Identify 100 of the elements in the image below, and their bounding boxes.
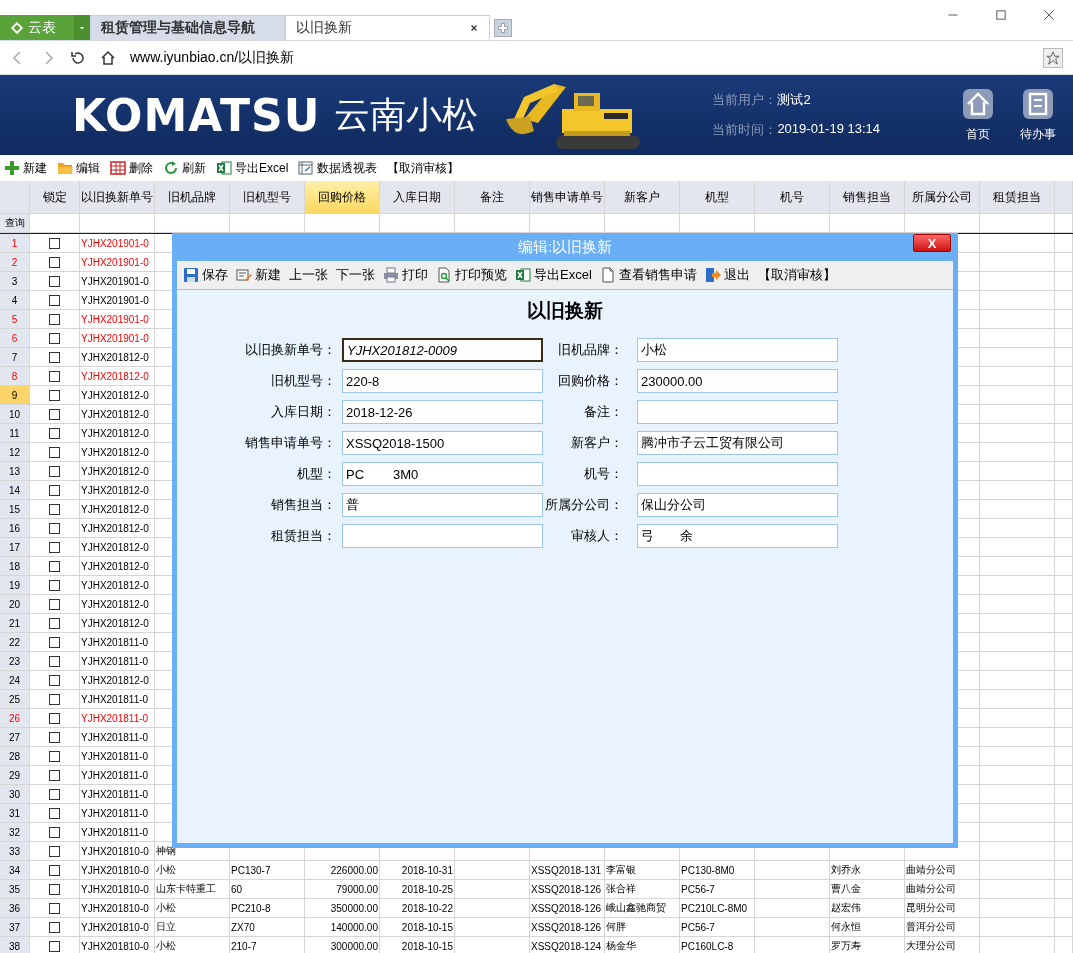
row-number[interactable]: 11 — [0, 424, 30, 443]
row-number[interactable]: 12 — [0, 443, 30, 462]
lock-checkbox[interactable] — [49, 294, 60, 306]
toolbar-button[interactable]: 新建 — [236, 266, 281, 284]
lock-checkbox[interactable] — [49, 351, 60, 363]
input-field[interactable]: PC 3M0 — [342, 462, 543, 486]
row-number[interactable]: 19 — [0, 576, 30, 595]
lock-checkbox[interactable] — [49, 503, 60, 515]
toolbar-button[interactable]: 打印预览 — [436, 266, 507, 284]
lock-checkbox[interactable] — [49, 237, 60, 249]
lock-checkbox[interactable] — [49, 864, 60, 876]
lock-checkbox[interactable] — [49, 275, 60, 287]
row-number[interactable]: 27 — [0, 728, 30, 747]
row-number[interactable]: 29 — [0, 766, 30, 785]
toolbar-button[interactable]: 下一张 — [336, 266, 375, 284]
row-number[interactable]: 7 — [0, 348, 30, 367]
column-header[interactable]: 锁定 — [30, 181, 80, 214]
row-number[interactable]: 16 — [0, 519, 30, 538]
lock-checkbox[interactable] — [49, 750, 60, 762]
toolbar-button[interactable]: 打印 — [383, 266, 428, 284]
input-field[interactable]: 小松 — [637, 338, 838, 362]
lock-checkbox[interactable] — [49, 427, 60, 439]
lock-checkbox[interactable] — [49, 370, 60, 382]
row-number[interactable]: 35 — [0, 880, 30, 899]
row-number[interactable]: 17 — [0, 538, 30, 557]
toolbar-button[interactable]: 新建 — [4, 159, 47, 177]
row-number[interactable]: 30 — [0, 785, 30, 804]
row-number[interactable]: 9 — [0, 386, 30, 405]
row-number[interactable]: 38 — [0, 937, 30, 953]
lock-checkbox[interactable] — [49, 826, 60, 838]
lock-checkbox[interactable] — [49, 731, 60, 743]
row-number[interactable]: 28 — [0, 747, 30, 766]
nav-button[interactable]: 首页 — [962, 87, 995, 143]
column-header[interactable]: 旧机型号 — [230, 181, 305, 214]
column-header[interactable]: 所属分公司 — [905, 181, 980, 214]
lock-checkbox[interactable] — [49, 712, 60, 724]
home-button[interactable] — [100, 49, 116, 66]
row-number[interactable]: 23 — [0, 652, 30, 671]
column-header[interactable]: 租赁担当 — [980, 181, 1055, 214]
lock-checkbox[interactable] — [49, 655, 60, 667]
nav-button[interactable]: 待办事 — [1020, 87, 1057, 143]
lock-checkbox[interactable] — [49, 256, 60, 268]
input-field[interactable] — [637, 400, 838, 424]
column-header[interactable]: 回购价格 — [305, 181, 380, 214]
row-number[interactable]: 15 — [0, 500, 30, 519]
row-number[interactable]: 21 — [0, 614, 30, 633]
column-header[interactable]: 销售申请单号 — [530, 181, 605, 214]
lock-checkbox[interactable] — [49, 769, 60, 781]
column-header[interactable]: 机号 — [755, 181, 830, 214]
lock-checkbox[interactable] — [49, 598, 60, 610]
lock-checkbox[interactable] — [49, 465, 60, 477]
toolbar-button[interactable]: 退出 — [704, 266, 750, 284]
lock-checkbox[interactable] — [49, 940, 60, 952]
toolbar-button[interactable]: 导出Excel — [515, 266, 592, 284]
input-field[interactable]: YJHX201812-0009 — [342, 338, 543, 362]
close-button[interactable]: X — [913, 234, 951, 252]
input-field[interactable]: 保山分公司 — [637, 493, 838, 517]
toolbar-button[interactable]: 上一张 — [289, 266, 328, 284]
new-tab-button[interactable] — [494, 19, 512, 37]
lock-checkbox[interactable] — [49, 693, 60, 705]
lock-checkbox[interactable] — [49, 313, 60, 325]
row-number[interactable]: 31 — [0, 804, 30, 823]
browser-tab[interactable]: 以旧换新 — [285, 15, 490, 40]
lock-checkbox[interactable] — [49, 332, 60, 344]
input-field[interactable]: 230000.00 — [637, 369, 838, 393]
reload-button[interactable] — [70, 49, 86, 66]
toolbar-button[interactable]: 【取消审核】 — [387, 159, 460, 177]
input-field[interactable] — [637, 462, 838, 486]
column-header[interactable]: 销售担当 — [830, 181, 905, 214]
column-header[interactable]: 备注 — [455, 181, 530, 214]
lock-checkbox[interactable] — [49, 788, 60, 800]
lock-checkbox[interactable] — [49, 636, 60, 648]
filter-cell[interactable] — [30, 214, 80, 233]
lock-checkbox[interactable] — [49, 408, 60, 420]
lock-checkbox[interactable] — [49, 446, 60, 458]
row-number[interactable]: 18 — [0, 557, 30, 576]
input-field[interactable]: 腾冲市子云工贸有限公司 — [637, 431, 838, 455]
row-number[interactable]: 22 — [0, 633, 30, 652]
toolbar-button[interactable]: 保存 — [183, 266, 228, 284]
lock-checkbox[interactable] — [49, 845, 60, 857]
lock-checkbox[interactable] — [49, 541, 60, 553]
lock-checkbox[interactable] — [49, 484, 60, 496]
input-field[interactable]: 2018-12-26 — [342, 400, 543, 424]
row-number[interactable]: 24 — [0, 671, 30, 690]
input-field[interactable]: XSSQ2018-1500 — [342, 431, 543, 455]
row-number[interactable]: 32 — [0, 823, 30, 842]
lock-checkbox[interactable] — [49, 921, 60, 933]
filter-cell[interactable] — [80, 214, 155, 233]
lock-checkbox[interactable] — [49, 579, 60, 591]
row-number[interactable]: 20 — [0, 595, 30, 614]
lock-checkbox[interactable] — [49, 674, 60, 686]
address-field[interactable]: www.iyunbiao.cn/以旧换新 — [130, 48, 1029, 67]
toolbar-button[interactable]: 编辑 — [57, 159, 100, 177]
row-number[interactable]: 25 — [0, 690, 30, 709]
lock-checkbox[interactable] — [49, 522, 60, 534]
row-number[interactable]: 10 — [0, 405, 30, 424]
lock-checkbox[interactable] — [49, 617, 60, 629]
lock-checkbox[interactable] — [49, 902, 60, 914]
filter-cell[interactable] — [980, 214, 1055, 233]
row-number[interactable]: 3 — [0, 272, 30, 291]
